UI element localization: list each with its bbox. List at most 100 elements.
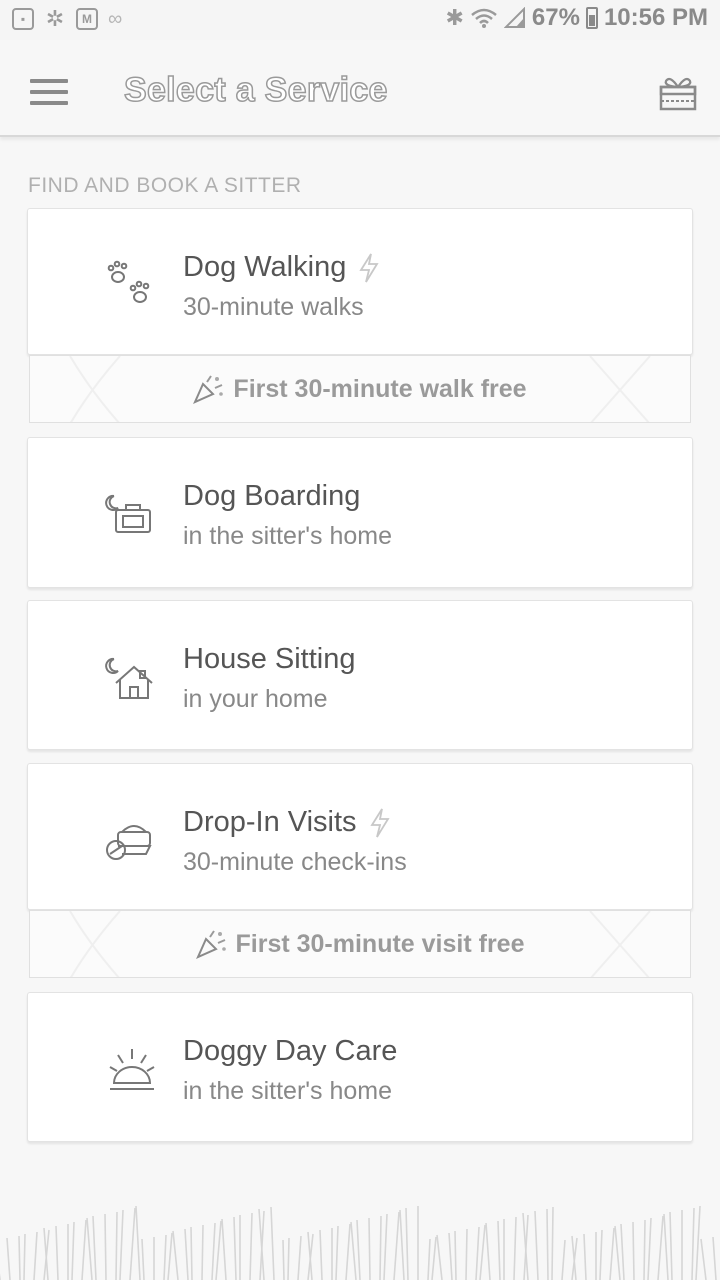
- grass-blade: [345, 1223, 351, 1280]
- moon-suitcase-icon: [105, 494, 151, 533]
- pinwheel-notification-icon: ✲: [45, 6, 65, 31]
- grass-blade: [695, 1205, 701, 1280]
- promo-text: First 30-minute walk free: [233, 374, 527, 403]
- grass-blade: [551, 1206, 554, 1280]
- grass-blade: [513, 1216, 517, 1280]
- grass-blade: [405, 1207, 409, 1280]
- grass-blade: [211, 1222, 216, 1280]
- grass-blade: [368, 1217, 371, 1280]
- grass-blade: [287, 1237, 290, 1280]
- grass-blade: [92, 1215, 97, 1280]
- grass-blade: [497, 1220, 501, 1280]
- service-name: Dog Walking: [183, 251, 380, 284]
- grass-blade: [657, 1215, 664, 1280]
- service-title: Doggy Day Care: [183, 1035, 398, 1067]
- menu-icon-line: [30, 101, 68, 105]
- grass-blade: [119, 1209, 124, 1280]
- grass-blade: [427, 1238, 431, 1280]
- grass-blade: [393, 1211, 400, 1280]
- grass-blade: [448, 1232, 453, 1280]
- paw-prints-icon: [107, 260, 150, 303]
- grass-blade: [163, 1234, 167, 1280]
- grass-blade: [71, 1221, 75, 1280]
- service-card-house-sitting[interactable]: House Sitting in your home: [27, 600, 693, 750]
- grass-blade: [335, 1225, 339, 1280]
- promo-banner-walk[interactable]: First 30-minute walk free: [29, 355, 691, 423]
- grass-blade: [534, 1210, 539, 1280]
- grass-blade: [454, 1230, 457, 1280]
- battery-icon: [585, 7, 598, 29]
- grass-blade: [561, 1239, 566, 1280]
- grass-blade: [115, 1211, 118, 1280]
- grass-blade: [436, 1234, 443, 1280]
- grass-blade: [172, 1230, 179, 1280]
- service-subtitle: 30-minute walks: [183, 293, 364, 321]
- grass-blade: [104, 1213, 107, 1280]
- mail-notification-icon: M: [76, 8, 98, 30]
- grass-blade: [350, 1221, 357, 1280]
- section-label: FIND AND BOOK A SITTER: [28, 174, 302, 197]
- grass-blade: [475, 1226, 480, 1280]
- grass-blade: [614, 1225, 621, 1280]
- service-name: Drop-In Visits: [183, 806, 391, 839]
- grass-blade: [201, 1224, 204, 1280]
- service-card-drop-in-visits[interactable]: Drop-In Visits 30-minute check-ins: [27, 763, 693, 910]
- service-name: House Sitting: [183, 643, 356, 676]
- promo-banner-visit[interactable]: First 30-minute visit free: [29, 910, 691, 978]
- gift-icon[interactable]: [658, 73, 698, 111]
- grass-blade: [356, 1219, 361, 1280]
- wifi-icon: [471, 8, 497, 28]
- grass-blade: [141, 1238, 145, 1280]
- service-subtitle: in your home: [183, 685, 328, 713]
- system-status: ✱ 67% 10:56 PM: [445, 4, 708, 32]
- grass-blade: [249, 1212, 253, 1280]
- status-bar: ▪ ✲ M ∞ ✱ 67% 10:56 PM: [0, 0, 720, 40]
- grass-blade: [297, 1235, 302, 1280]
- grass-blade: [669, 1211, 673, 1280]
- grass-blade: [233, 1216, 237, 1280]
- grass-blade: [282, 1239, 285, 1280]
- lightning-bolt-icon: [359, 253, 379, 282]
- grass-blade: [23, 1233, 26, 1280]
- grass-blade: [135, 1205, 141, 1280]
- service-card-dog-walking[interactable]: Dog Walking 30-minute walks: [27, 208, 693, 355]
- grass-blade: [86, 1217, 93, 1280]
- signal-icon: [503, 7, 525, 28]
- grass-blade: [33, 1231, 38, 1280]
- grass-blade: [270, 1206, 275, 1280]
- menu-button[interactable]: [30, 79, 68, 105]
- service-subtitle: 30-minute check-ins: [183, 848, 407, 876]
- service-title: House Sitting: [183, 643, 356, 675]
- grass-blade: [6, 1237, 11, 1280]
- service-card-dog-boarding[interactable]: Dog Boarding in the sitter's home: [27, 437, 693, 588]
- grass-blade: [319, 1229, 323, 1280]
- grass-blade: [583, 1233, 587, 1280]
- grass-blade: [546, 1208, 549, 1280]
- service-subtitle: in the sitter's home: [183, 522, 393, 550]
- grass-blade: [620, 1223, 625, 1280]
- grass-blade: [184, 1228, 189, 1280]
- lightning-bolt-icon: [369, 808, 390, 837]
- grass-blade: [632, 1221, 635, 1280]
- app-bar: Select a Service: [0, 41, 720, 137]
- grass-blade: [599, 1229, 603, 1280]
- service-name: Doggy Day Care: [183, 1035, 397, 1068]
- grass-blade: [609, 1227, 615, 1280]
- grass-blade: [465, 1228, 468, 1280]
- grass-blade: [647, 1217, 652, 1280]
- grass-decoration: [0, 1205, 717, 1280]
- grass-blade: [18, 1235, 21, 1280]
- image-notification-icon: ▪: [12, 8, 34, 30]
- service-card-doggy-day-care[interactable]: Doggy Day Care in the sitter's home: [27, 992, 693, 1142]
- grass-blade: [431, 1236, 437, 1280]
- grass-blade: [399, 1209, 405, 1280]
- page-title: Select a Service: [123, 70, 388, 110]
- service-name: Dog Boarding: [183, 480, 360, 513]
- voicemail-icon: ∞: [108, 8, 123, 30]
- menu-icon-line: [30, 90, 68, 94]
- promo-text: First 30-minute visit free: [235, 929, 525, 958]
- service-title: Drop-In Visits: [183, 806, 357, 838]
- battery-percent: 67%: [531, 4, 580, 31]
- grass-blade: [485, 1222, 491, 1280]
- grass-blade: [691, 1207, 695, 1280]
